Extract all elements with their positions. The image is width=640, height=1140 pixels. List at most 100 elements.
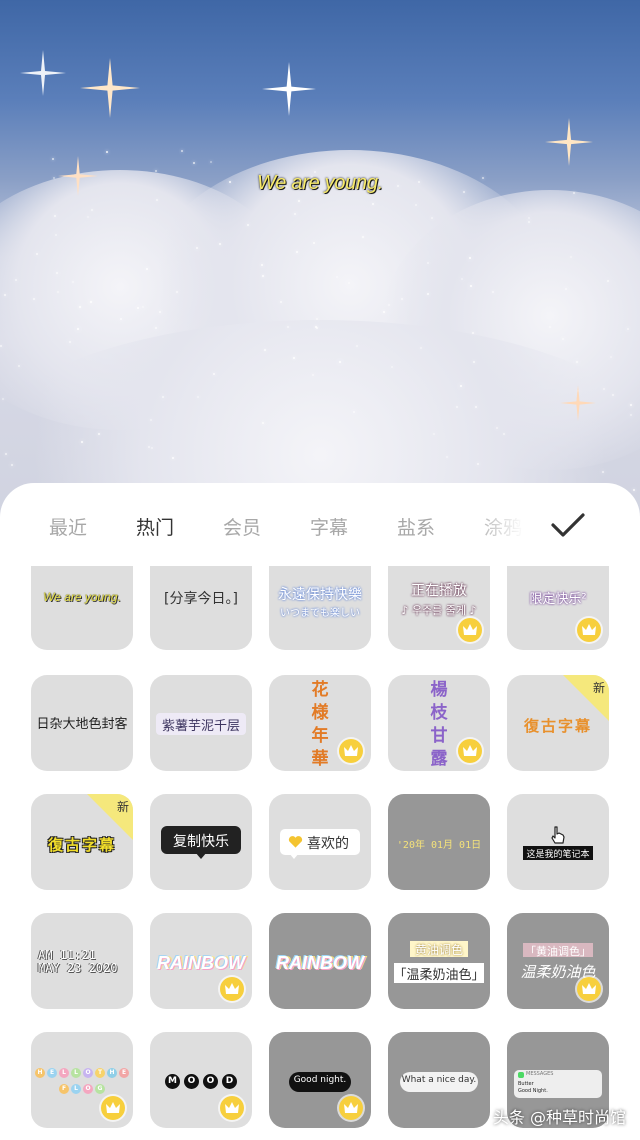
- glitter-dot: [461, 278, 463, 280]
- glitter-dot: [503, 433, 505, 435]
- glitter-dot: [473, 361, 475, 363]
- glitter-dot: [287, 326, 289, 328]
- tab-subtitle[interactable]: 字幕: [310, 513, 348, 540]
- messages-app-icon: [518, 1072, 524, 1078]
- bubble-tail: [195, 852, 207, 859]
- sticker-text: 永遠保持快樂: [278, 587, 362, 603]
- sticker-good-night[interactable]: Good night.: [269, 1032, 371, 1128]
- glitter-dot: [91, 209, 93, 211]
- sticker-text: What a nice day.: [401, 1075, 477, 1085]
- letter-dot: T: [95, 1068, 105, 1078]
- sticker-text: 「黄油调色」: [525, 945, 591, 958]
- letter-dot: G: [95, 1084, 105, 1094]
- tab-recent[interactable]: 最近: [49, 513, 87, 540]
- glitter-dot: [172, 457, 174, 459]
- glitter-dot: [81, 441, 83, 443]
- bubble-tail: [289, 853, 299, 859]
- glitter-dot: [264, 349, 266, 351]
- sticker-rainbow-dark[interactable]: RAINBOW: [269, 913, 371, 1009]
- sticker-text: RAINBOW: [157, 953, 245, 973]
- glitter-dot: [210, 161, 212, 163]
- sticker-earth-tone[interactable]: 日杂大地色封客: [31, 675, 133, 771]
- sticker-text: '20年 01月 01日: [396, 840, 482, 851]
- sticker-retro-subtitle-yellow[interactable]: 新 復古字幕: [31, 794, 133, 890]
- glitter-dot: [148, 446, 150, 448]
- sticker-rainbow-light[interactable]: RAINBOW: [150, 913, 252, 1009]
- vip-crown-icon: [577, 977, 601, 1001]
- glitter-dot: [492, 291, 494, 293]
- glitter-dot: [633, 489, 635, 491]
- glitter-dot: [562, 338, 564, 340]
- caption-sticker[interactable]: We are young.: [0, 172, 640, 195]
- sparkle-star-icon: [262, 62, 316, 116]
- sticker-share-today[interactable]: [分享今日。]: [150, 566, 252, 650]
- glitter-dot: [247, 224, 249, 226]
- sticker-nice-day[interactable]: What a nice day.: [388, 1032, 490, 1128]
- glitter-dot: [52, 158, 54, 160]
- sticker-digital-clock[interactable]: AM 11:21 MAY 23 2020: [31, 913, 133, 1009]
- letter-dot: O: [203, 1074, 218, 1089]
- glitter-dot: [627, 328, 629, 330]
- sticker-my-notebook[interactable]: 这是我的笔记本: [507, 794, 609, 890]
- sticker-colorful-dots[interactable]: HELLOTHE FLOG: [31, 1032, 133, 1128]
- sticker-text: We are young.: [43, 590, 121, 604]
- glitter-dot: [197, 396, 199, 398]
- glitter-dot: [456, 406, 458, 408]
- new-tag-label: 新: [116, 800, 129, 814]
- glitter-dot: [469, 257, 471, 259]
- glitter-dot: [356, 345, 358, 347]
- char: 花: [311, 680, 329, 700]
- letter-dot: D: [222, 1074, 237, 1089]
- glitter-dot: [427, 293, 429, 295]
- tab-member[interactable]: 会员: [223, 513, 261, 540]
- glitter-dot: [294, 213, 296, 215]
- sticker-text: RAINBOW: [276, 953, 364, 973]
- glitter-dot: [296, 251, 298, 253]
- glitter-dot: [383, 311, 385, 313]
- sticker-now-playing[interactable]: 正在播放 ♪ 우주를 줄게 ♪: [388, 566, 490, 650]
- letter-dot: E: [47, 1068, 57, 1078]
- glitter-dot: [156, 199, 158, 201]
- glitter-dot: [433, 433, 435, 435]
- glitter-dot: [362, 236, 364, 238]
- sticker-butter-tone[interactable]: 黄油调色 「温柔奶油色」: [388, 913, 490, 1009]
- glitter-dot: [470, 285, 472, 287]
- tab-hot[interactable]: 热门: [136, 513, 174, 540]
- watermark: 头条 @种草时尚馆: [492, 1108, 626, 1127]
- sticker-retro-subtitle-orange[interactable]: 新 復古字幕: [507, 675, 609, 771]
- glitter-dot: [602, 471, 604, 473]
- glitter-dot: [150, 419, 152, 421]
- char: 楊: [430, 680, 448, 700]
- sticker-cream-tone[interactable]: 「黄油调色」 温柔奶油色: [507, 913, 609, 1009]
- checkmark-icon[interactable]: [548, 509, 588, 541]
- notification-app: MESSAGES: [526, 1071, 554, 1077]
- glitter-dot: [610, 356, 612, 358]
- glitter-dot: [181, 150, 183, 152]
- sticker-limited-happy[interactable]: 限定快乐²: [507, 566, 609, 650]
- sparkle-star-icon: [560, 385, 596, 421]
- sticker-taro-cake[interactable]: 紫薯芋泥千层: [150, 675, 252, 771]
- glitter-dot: [5, 453, 7, 455]
- glitter-dot: [472, 332, 474, 334]
- vip-crown-icon: [577, 618, 601, 642]
- glitter-dot: [528, 221, 530, 223]
- glitter-dot: [11, 464, 13, 466]
- category-tabs: 最近 热门 会员 字幕 盐系 涂鸦: [0, 483, 540, 569]
- sticker-liked[interactable]: 喜欢的: [269, 794, 371, 890]
- glitter-dot: [98, 433, 100, 435]
- sticker-forever-happy[interactable]: 永遠保持快樂 いつまでも楽しい: [269, 566, 371, 650]
- sticker-copy-happy[interactable]: 复制快乐: [150, 794, 252, 890]
- letter-dot: M: [165, 1074, 180, 1089]
- letter-dot: E: [119, 1068, 129, 1078]
- sticker-vertical-flower[interactable]: 花 様 年 華: [269, 675, 371, 771]
- glitter-dot: [142, 306, 144, 308]
- tab-salt[interactable]: 盐系: [397, 513, 435, 540]
- sticker-mood[interactable]: MOOD: [150, 1032, 252, 1128]
- glitter-dot: [528, 217, 530, 219]
- sticker-vertical-mango[interactable]: 楊 枝 甘 露: [388, 675, 490, 771]
- sticker-date-stamp[interactable]: '20年 01月 01日: [388, 794, 490, 890]
- letter-dot: L: [59, 1068, 69, 1078]
- char: 様: [311, 703, 329, 723]
- sticker-we-are-young[interactable]: We are young.: [31, 566, 133, 650]
- sticker-text: 喜欢的: [307, 836, 349, 852]
